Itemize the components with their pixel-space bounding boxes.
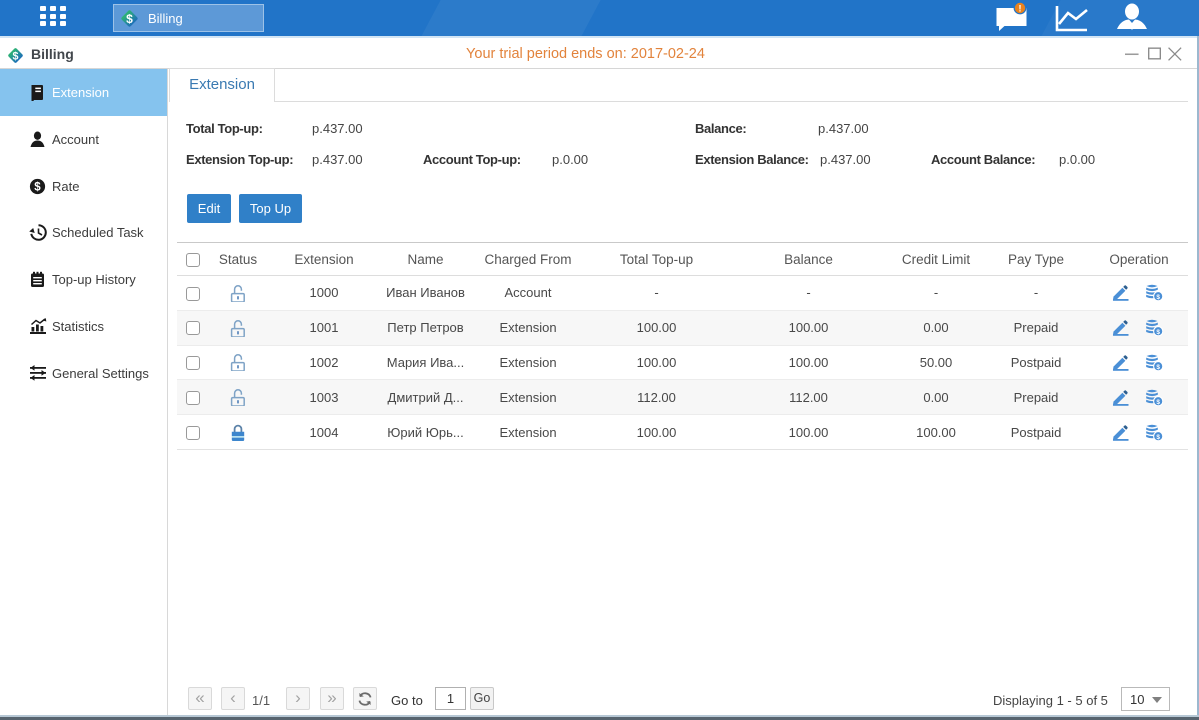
svg-text:!: ! (1019, 4, 1022, 14)
svg-text:$: $ (126, 12, 133, 26)
svg-text:$: $ (34, 181, 41, 193)
